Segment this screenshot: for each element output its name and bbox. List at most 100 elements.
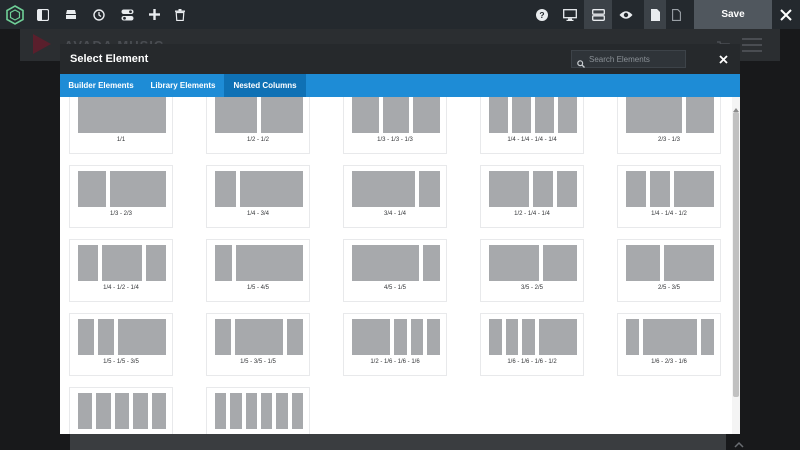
column-preview (78, 393, 166, 429)
column-block (235, 319, 283, 355)
tab-library-elements[interactable]: Library Elements (142, 74, 224, 97)
layout-card[interactable]: 1/2 - 1/2 (206, 97, 310, 154)
column-preview (489, 245, 577, 281)
column-preview (352, 171, 440, 207)
column-block (245, 393, 257, 429)
column-block (686, 97, 714, 133)
layout-card[interactable] (206, 387, 310, 434)
tab-bar: Builder Elements Library Elements Nested… (60, 74, 740, 97)
avada-logo-icon[interactable] (0, 0, 29, 29)
builder-toolbar: ? Save (0, 0, 800, 29)
tab-builder-elements[interactable]: Builder Elements (60, 74, 142, 97)
layout-card[interactable]: 1/3 - 2/3 (69, 165, 173, 228)
column-preview (489, 97, 577, 133)
column-block (626, 245, 660, 281)
layout-label: 1/4 - 3/4 (246, 211, 269, 217)
layout-label: 3/4 - 1/4 (383, 211, 406, 217)
column-block (650, 171, 670, 207)
column-block (626, 171, 646, 207)
trash-icon[interactable] (166, 0, 194, 29)
blank-page-icon[interactable] (666, 0, 686, 29)
layout-label: 1/1 (116, 137, 126, 143)
column-block (394, 319, 407, 355)
layout-label: 1/3 - 2/3 (109, 211, 132, 217)
layout-card[interactable]: 2/3 - 1/3 (617, 97, 721, 154)
history-icon[interactable] (85, 0, 113, 29)
column-block (382, 97, 410, 133)
column-preview (352, 97, 440, 133)
layout-card[interactable]: 1/5 - 1/5 - 3/5 (69, 313, 173, 376)
layout-label: 1/5 - 1/5 - 3/5 (103, 359, 139, 365)
column-block (663, 245, 714, 281)
column-block (215, 97, 257, 133)
layout-card[interactable]: 1/4 - 1/4 - 1/4 - 1/4 (480, 97, 584, 154)
layout-card[interactable]: 1/2 - 1/4 - 1/4 (480, 165, 584, 228)
column-preview (215, 97, 303, 133)
plus-icon[interactable] (140, 0, 168, 29)
search-input[interactable] (588, 51, 685, 67)
layout-card[interactable]: 1/3 - 1/3 - 1/3 (343, 97, 447, 154)
layout-label: 4/5 - 1/5 (383, 285, 406, 291)
layout-label: 2/3 - 1/3 (657, 137, 680, 143)
column-block (643, 319, 697, 355)
column-block (114, 393, 130, 429)
page-icon[interactable] (644, 0, 666, 29)
tab-nested-columns[interactable]: Nested Columns (224, 74, 306, 97)
layout-icon[interactable] (584, 0, 612, 29)
layout-card[interactable]: 3/4 - 1/4 (343, 165, 447, 228)
column-block (98, 319, 114, 355)
column-block (287, 319, 303, 355)
scroll-thumb[interactable] (733, 112, 739, 397)
column-preview (78, 245, 166, 281)
layout-card[interactable]: 1/5 - 3/5 - 1/5 (206, 313, 310, 376)
library-icon[interactable] (57, 0, 85, 29)
column-block (626, 97, 682, 133)
column-block (674, 171, 714, 207)
scrollbar[interactable] (732, 97, 740, 434)
column-block (700, 319, 714, 355)
layout-card[interactable]: 1/2 - 1/6 - 1/6 - 1/6 (343, 313, 447, 376)
column-block (78, 245, 98, 281)
layout-card[interactable]: 2/5 - 3/5 (617, 239, 721, 302)
sidebar-icon[interactable] (29, 0, 57, 29)
modal-close-icon[interactable] (715, 51, 731, 67)
layout-card[interactable]: 1/6 - 1/6 - 1/6 - 1/2 (480, 313, 584, 376)
column-block (533, 171, 553, 207)
eye-icon[interactable] (612, 0, 640, 29)
column-block (419, 171, 440, 207)
column-preview (215, 245, 303, 281)
layout-card[interactable]: 1/4 - 1/4 - 1/2 (617, 165, 721, 228)
layout-card[interactable]: 1/1 (69, 97, 173, 154)
column-preview (489, 319, 577, 355)
column-preview (626, 97, 714, 133)
column-block (261, 393, 273, 429)
column-block (543, 245, 577, 281)
nested-columns-grid: 1/1 1/2 - 1/2 1/3 - 1/3 - 1/3 1/4 - 1/4 - 1… (60, 97, 732, 434)
column-block (133, 393, 148, 429)
column-block (96, 393, 111, 429)
toggles-icon[interactable] (113, 0, 141, 29)
save-button[interactable]: Save (694, 0, 772, 29)
column-preview (215, 393, 303, 429)
layout-card[interactable]: 4/5 - 1/5 (343, 239, 447, 302)
desktop-icon[interactable] (556, 0, 584, 29)
column-block (215, 319, 231, 355)
layout-card[interactable]: 1/4 - 3/4 (206, 165, 310, 228)
layout-label: 1/6 - 1/6 - 1/6 - 1/2 (507, 359, 557, 365)
column-block (235, 245, 303, 281)
column-block (352, 245, 420, 281)
layout-card[interactable] (69, 387, 173, 434)
column-preview (626, 245, 714, 281)
search-icon (577, 55, 585, 73)
layout-card[interactable]: 3/5 - 2/5 (480, 239, 584, 302)
layout-card[interactable]: 1/5 - 4/5 (206, 239, 310, 302)
help-icon[interactable]: ? (528, 0, 556, 29)
layout-card[interactable]: 1/4 - 1/2 - 1/4 (69, 239, 173, 302)
close-icon[interactable] (772, 0, 800, 29)
play-logo-icon (30, 33, 54, 60)
column-block (522, 319, 535, 355)
column-preview (78, 319, 166, 355)
layout-card[interactable]: 1/6 - 2/3 - 1/6 (617, 313, 721, 376)
column-block (78, 97, 166, 133)
column-block (535, 97, 554, 133)
